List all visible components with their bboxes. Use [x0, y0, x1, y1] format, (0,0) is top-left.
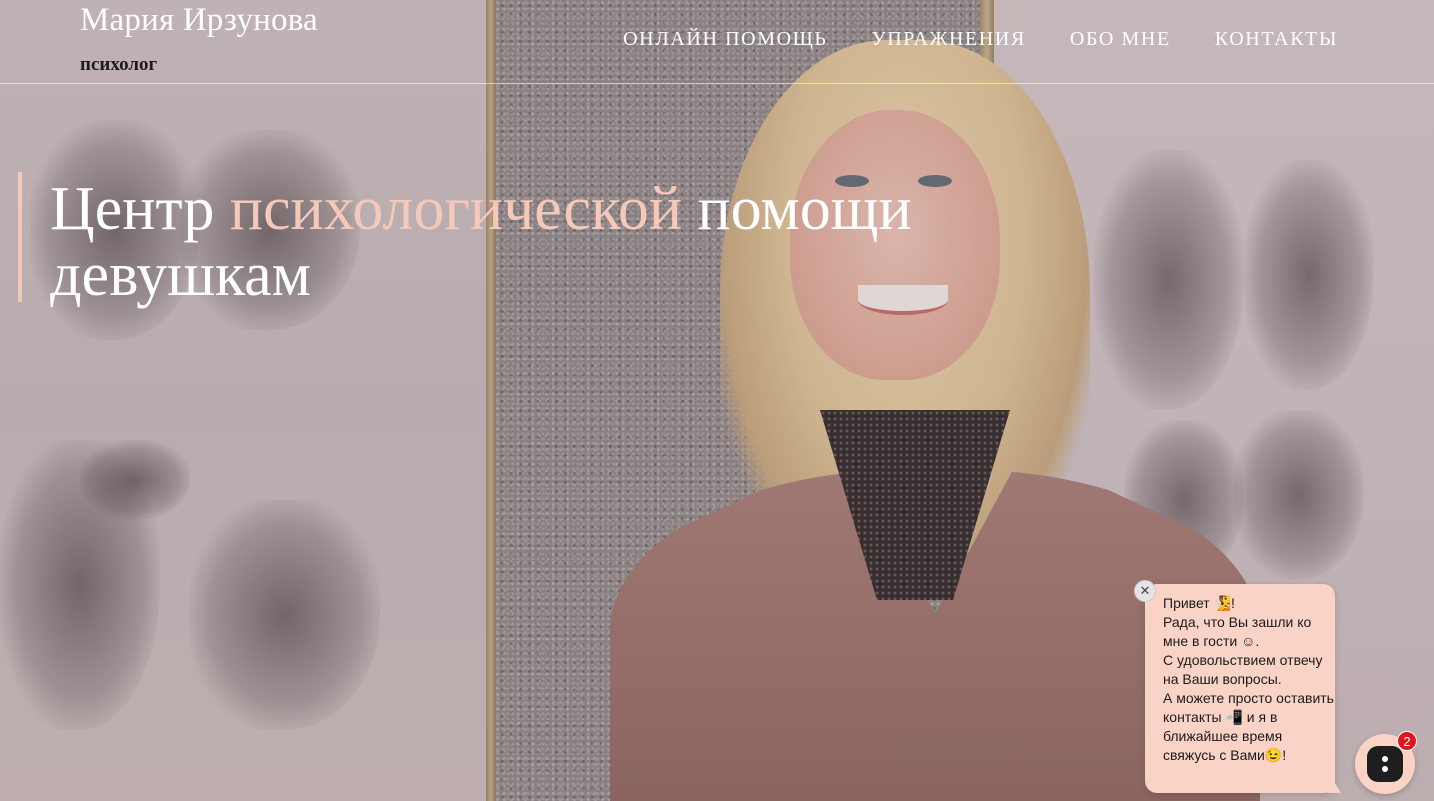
nav-item-exercises[interactable]: Упражнения — [871, 28, 1025, 51]
brand-subtitle: психолог — [80, 54, 158, 75]
hero-title-accent: психологической — [229, 175, 682, 243]
close-icon[interactable]: ✕ — [1134, 580, 1156, 602]
main-nav: Онлайн помощь Упражнения Обо мне Контакт… — [623, 28, 1338, 51]
hero-title: Центр психологической помощи девушкам — [50, 176, 930, 308]
brand-name[interactable]: Мария Ирзунова — [80, 2, 318, 39]
hero-title-part1: Центр — [50, 175, 230, 243]
chat-greeting-message: Привет 🧏! Рада, что Вы зашли ко мне в го… — [1163, 595, 1334, 763]
hero-accent-bar — [18, 172, 22, 302]
nav-item-about[interactable]: Обо мне — [1070, 28, 1171, 51]
nav-item-contacts[interactable]: Контакты — [1215, 28, 1338, 51]
nav-item-online-help[interactable]: Онлайн помощь — [623, 28, 827, 51]
site-header: Мария Ирзунова психолог Онлайн помощь Уп… — [0, 0, 1434, 84]
chat-icon — [1367, 746, 1403, 782]
page: Мария Ирзунова психолог Онлайн помощь Уп… — [0, 0, 1434, 801]
unread-count-badge: 2 — [1397, 731, 1417, 751]
chat-icon-dot — [1382, 756, 1388, 762]
chat-icon-dot — [1382, 766, 1388, 772]
chat-greeting-bubble[interactable]: Привет 🧏! Рада, что Вы зашли ко мне в го… — [1145, 584, 1335, 793]
